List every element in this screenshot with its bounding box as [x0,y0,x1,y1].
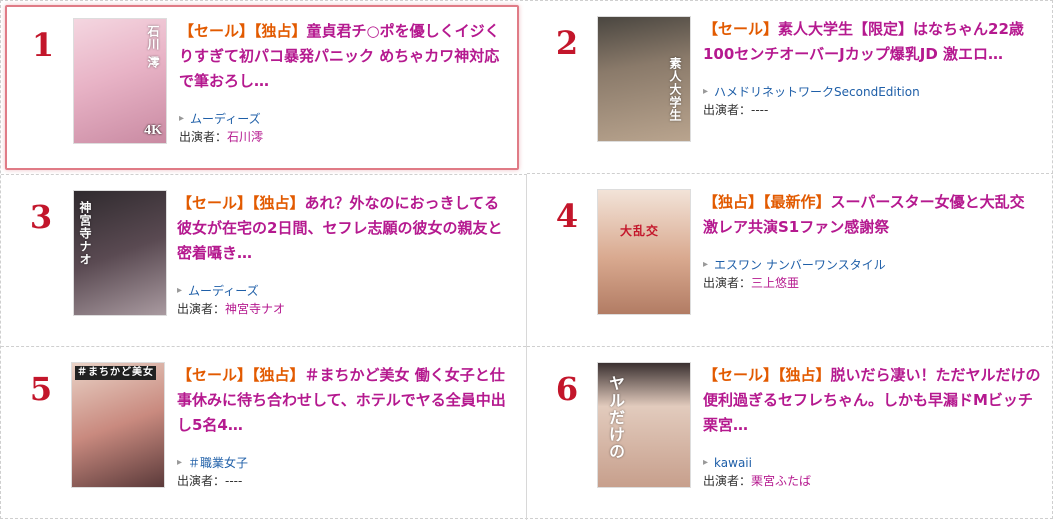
tag-label: 【セール】 [177,366,253,384]
thumbnail-image[interactable]: 大乱交 [597,189,691,315]
cast-row: 出演者：栗宮ふたば [703,472,1042,490]
cast-name: ---- [225,474,243,488]
cast-row: 出演者：---- [177,472,514,490]
cast-name-link[interactable]: 石川澪 [227,130,263,144]
rank-number: 1 [31,26,55,64]
cast-label: 出演者： [703,276,752,290]
ranking-panel: 1 石川 澪 4K 【セール】【独占】童貞君チ○ポを優しくイジくりすぎて初パコ暴… [0,0,1053,520]
item-info: 【セール】【独占】あれ？外なのにおっきしてる 彼女が在宅の2日間、セフレ志願の彼… [177,191,514,318]
chevron-right-icon: ▸ [177,457,183,468]
cast-row: 出演者：石川澪 [179,128,505,146]
cast-label: 出演者： [177,302,226,316]
maker-name: ハメドリネットワークSecondEdition [714,85,920,99]
ranking-grid: 1 石川 澪 4K 【セール】【独占】童貞君チ○ポを優しくイジくりすぎて初パコ暴… [1,1,1053,520]
maker-link[interactable]: ▸ ＃職業女子 [177,454,514,472]
chevron-right-icon: ▸ [177,285,183,296]
chevron-right-icon: ▸ [703,86,709,97]
item-title-link[interactable]: 【独占】【最新作】スーパースター女優と大乱交 激レア共演S1ファン感謝祭 [703,190,1042,240]
cast-label: 出演者： [179,130,228,144]
cast-name: ---- [751,103,769,117]
item-info: 【セール】【独占】童貞君チ○ポを優しくイジくりすぎて初パコ暴発パニック めちゃカ… [179,19,505,146]
rank-number: 3 [29,198,53,236]
thumbnail-placeholder [72,363,164,487]
maker-name: kawaii [714,456,752,470]
cast-label: 出演者： [177,474,226,488]
item-info: 【独占】【最新作】スーパースター女優と大乱交 激レア共演S1ファン感謝祭 ▸ エ… [703,190,1042,292]
item-title-link[interactable]: 【セール】【独占】＃まちかど美女 働く女子と仕事休みに待ち合わせして、ホテルでヤ… [177,363,514,438]
thumbnail-vertical-text: 神宮寺ナオ [78,201,92,266]
tag-label: 【独占】 [252,366,305,384]
cast-name-link[interactable]: 三上悠亜 [751,276,799,290]
cast-label: 出演者： [703,103,752,117]
thumbnail-placeholder [598,190,690,314]
ranking-item-5[interactable]: 5 ＃まちかど美女 【セール】【独占】＃まちかど美女 働く女子と仕事休みに待ち合… [1,347,527,520]
item-title-link[interactable]: 【セール】【独占】童貞君チ○ポを優しくイジくりすぎて初パコ暴発パニック めちゃカ… [179,19,505,94]
rank-number: 2 [555,24,579,62]
maker-name: ムーディーズ [190,112,261,126]
thumbnail-vertical-text: 大乱交 [620,224,660,238]
item-title-link[interactable]: 【セール】【独占】脱いだら凄い！ただヤルだけの便利過ぎるセフレちゃん。しかも早漏… [703,363,1042,438]
thumbnail-image[interactable]: 石川 澪 4K [73,18,167,144]
maker-link[interactable]: ▸ kawaii [703,454,1042,472]
tag-label: 【セール】 [177,194,253,212]
ranking-item-2[interactable]: 2 素人大学生 【セール】素人大学生【限定】はなちゃん22歳 100センチオーバ… [527,1,1053,174]
thumbnail-vertical-text: 石川 澪 [146,25,160,70]
maker-name: ムーディーズ [188,284,259,298]
thumbnail-vertical-text: ＃まちかど美女 [75,366,156,380]
thumbnail-vertical-text: 素人大学生 [668,57,682,122]
maker-link[interactable]: ▸ ムーディーズ [179,110,505,128]
chevron-right-icon: ▸ [703,259,709,270]
thumbnail-image[interactable]: 神宮寺ナオ [73,190,167,316]
item-title-link[interactable]: 【セール】【独占】あれ？外なのにおっきしてる 彼女が在宅の2日間、セフレ志願の彼… [177,191,514,266]
rank-number: 5 [29,370,53,408]
maker-name: エスワン ナンバーワンスタイル [714,258,886,272]
thumbnail-vertical-text: ヤルだけの [606,375,625,460]
ranking-item-6[interactable]: 6 ヤルだけの 【セール】【独占】脱いだら凄い！ただヤルだけの便利過ぎるセフレち… [527,347,1053,520]
cast-name-link[interactable]: 栗宮ふたば [751,474,811,488]
cast-row: 出演者：三上悠亜 [703,274,1042,292]
item-info: 【セール】素人大学生【限定】はなちゃん22歳 100センチオーバーJカップ爆乳J… [703,17,1042,119]
cast-label: 出演者： [703,474,752,488]
item-info: 【セール】【独占】＃まちかど美女 働く女子と仕事休みに待ち合わせして、ホテルでヤ… [177,363,514,490]
item-title-link[interactable]: 【セール】素人大学生【限定】はなちゃん22歳 100センチオーバーJカップ爆乳J… [703,17,1042,67]
cast-row: 出演者：神宮寺ナオ [177,300,514,318]
maker-link[interactable]: ▸ ハメドリネットワークSecondEdition [703,83,1042,101]
rank-number: 4 [555,197,579,235]
chevron-right-icon: ▸ [179,113,185,124]
tag-label: 【最新作】 [763,193,831,211]
tag-label: 【セール】 [703,366,779,384]
tag-label: 【独占】 [252,194,305,212]
tag-label: 【独占】 [703,193,764,211]
item-info: 【セール】【独占】脱いだら凄い！ただヤルだけの便利過ぎるセフレちゃん。しかも早漏… [703,363,1042,490]
thumbnail-image[interactable]: 素人大学生 [597,16,691,142]
tag-label: 【セール】 [703,20,779,38]
ranking-item-1[interactable]: 1 石川 澪 4K 【セール】【独占】童貞君チ○ポを優しくイジくりすぎて初パコ暴… [5,5,519,170]
thumbnail-badge: 4K [144,123,162,138]
chevron-right-icon: ▸ [703,457,709,468]
tag-label: 【セール】 [179,22,255,40]
cast-row: 出演者：---- [703,101,1042,119]
maker-link[interactable]: ▸ エスワン ナンバーワンスタイル [703,256,1042,274]
thumbnail-image[interactable]: ＃まちかど美女 [71,362,165,488]
thumbnail-image[interactable]: ヤルだけの [597,362,691,488]
rank-number: 6 [555,370,579,408]
ranking-item-3[interactable]: 3 神宮寺ナオ 【セール】【独占】あれ？外なのにおっきしてる 彼女が在宅の2日間… [1,174,527,347]
maker-link[interactable]: ▸ ムーディーズ [177,282,514,300]
tag-label: 【独占】 [778,366,831,384]
cast-name-link[interactable]: 神宮寺ナオ [225,302,285,316]
tag-label: 【独占】 [254,22,307,40]
ranking-item-4[interactable]: 4 大乱交 【独占】【最新作】スーパースター女優と大乱交 激レア共演S1ファン感… [527,174,1053,347]
maker-name: ＃職業女子 [188,456,249,470]
